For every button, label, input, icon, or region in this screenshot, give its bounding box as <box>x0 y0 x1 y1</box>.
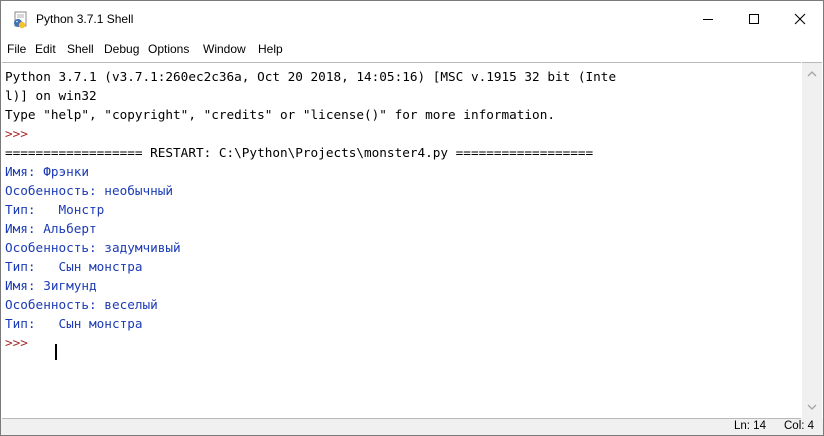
menu-edit[interactable]: Edit <box>35 42 56 56</box>
shell-output-line: Имя: Зигмунд <box>5 278 97 293</box>
scroll-down-arrow-icon[interactable] <box>806 402 818 412</box>
shell-output-line: Тип: Сын монстра <box>5 316 143 331</box>
close-icon <box>794 13 806 25</box>
status-line-number: Ln: 14 <box>734 420 766 432</box>
text-cursor <box>55 344 57 360</box>
shell-banner-line: Python 3.7.1 (v3.7.1:260ec2c36a, Oct 20 … <box>5 69 617 84</box>
menu-file[interactable]: File <box>7 42 26 56</box>
title-bar[interactable]: Python 3.7.1 Shell <box>1 1 823 39</box>
menu-help[interactable]: Help <box>258 42 283 56</box>
menu-options[interactable]: Options <box>148 42 189 56</box>
shell-prompt: >>> <box>5 335 36 350</box>
status-column-number: Col: 4 <box>784 420 815 432</box>
shell-restart-line: ================== RESTART: C:\Python\Pr… <box>5 145 594 160</box>
shell-output-line: Имя: Альберт <box>5 221 97 236</box>
shell-banner-line: Type "help", "copyright", "credits" or "… <box>5 107 555 122</box>
menu-bar: File Edit Shell Debug Options Window Hel… <box>1 39 823 61</box>
close-button[interactable] <box>777 1 823 37</box>
idle-shell-window: Python 3.7.1 Shell File Edit Shell Debug… <box>0 0 824 436</box>
shell-output-line: Имя: Фрэнки <box>5 164 90 179</box>
shell-output-line: Особенность: веселый <box>5 297 158 312</box>
shell-output-line: Особенность: задумчивый <box>5 240 181 255</box>
shell-output-line: Особенность: необычный <box>5 183 174 198</box>
menu-debug[interactable]: Debug <box>104 42 139 56</box>
shell-output-line: Тип: Монстр <box>5 202 105 217</box>
scroll-up-arrow-icon[interactable] <box>806 69 818 79</box>
menu-window[interactable]: Window <box>203 42 246 56</box>
maximize-button[interactable] <box>731 1 777 37</box>
menu-shell[interactable]: Shell <box>67 42 94 56</box>
window-title: Python 3.7.1 Shell <box>36 12 134 26</box>
shell-text-area[interactable]: Python 3.7.1 (v3.7.1:260ec2c36a, Oct 20 … <box>2 62 801 419</box>
minimize-icon <box>703 19 713 20</box>
shell-output-line: Тип: Сын монстра <box>5 259 143 274</box>
python-idle-icon <box>14 11 27 29</box>
shell-banner-line: l)] on win32 <box>5 88 97 103</box>
vertical-scrollbar[interactable] <box>802 62 822 420</box>
shell-prompt: >>> <box>5 126 36 141</box>
status-bar: Ln: 14 Col: 4 <box>1 419 823 435</box>
minimize-button[interactable] <box>685 1 731 37</box>
maximize-icon <box>749 14 759 24</box>
